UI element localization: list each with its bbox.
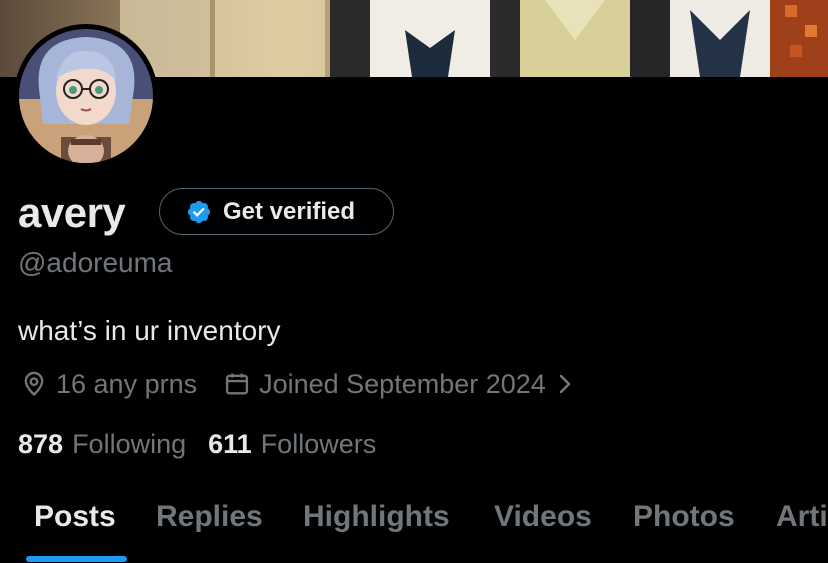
profile-bio: what’s in ur inventory xyxy=(18,315,281,346)
location-item: 16 any prns xyxy=(20,369,197,400)
tab-highlights[interactable]: Highlights xyxy=(303,500,450,534)
following-link[interactable]: 878 Following xyxy=(18,429,186,460)
chevron-right-icon xyxy=(558,373,572,395)
verified-badge-icon xyxy=(186,199,212,225)
tab-posts[interactable]: Posts xyxy=(34,500,116,534)
followers-label: Followers xyxy=(260,428,377,459)
followers-count: 611 xyxy=(208,428,252,459)
tab-photos[interactable]: Photos xyxy=(633,500,735,534)
profile-handle: @adoreuma xyxy=(18,247,173,278)
joined-date-item[interactable]: Joined September 2024 xyxy=(223,369,572,400)
get-verified-label: Get verified xyxy=(223,197,356,225)
profile-tabs: Posts Replies Highlights Videos Photos A… xyxy=(0,490,828,563)
location-text: 16 any prns xyxy=(56,368,198,399)
calendar-icon xyxy=(223,370,251,398)
followers-link[interactable]: 611 Followers xyxy=(208,429,376,460)
active-tab-indicator xyxy=(26,556,127,562)
location-pin-icon xyxy=(20,370,48,398)
tab-articles[interactable]: Arti xyxy=(776,500,828,534)
avatar[interactable] xyxy=(14,24,158,168)
profile-meta: 16 any prns Joined September 2024 xyxy=(20,366,572,402)
display-name: avery xyxy=(18,189,126,236)
joined-text: Joined September 2024 xyxy=(259,368,546,399)
tab-replies[interactable]: Replies xyxy=(156,500,263,534)
tab-videos[interactable]: Videos xyxy=(494,500,592,534)
profile-stats: 878 Following 611 Followers xyxy=(18,426,376,462)
avatar-image xyxy=(19,29,153,163)
following-count: 878 xyxy=(18,428,64,459)
get-verified-button[interactable]: Get verified xyxy=(159,188,394,235)
following-label: Following xyxy=(72,428,187,459)
